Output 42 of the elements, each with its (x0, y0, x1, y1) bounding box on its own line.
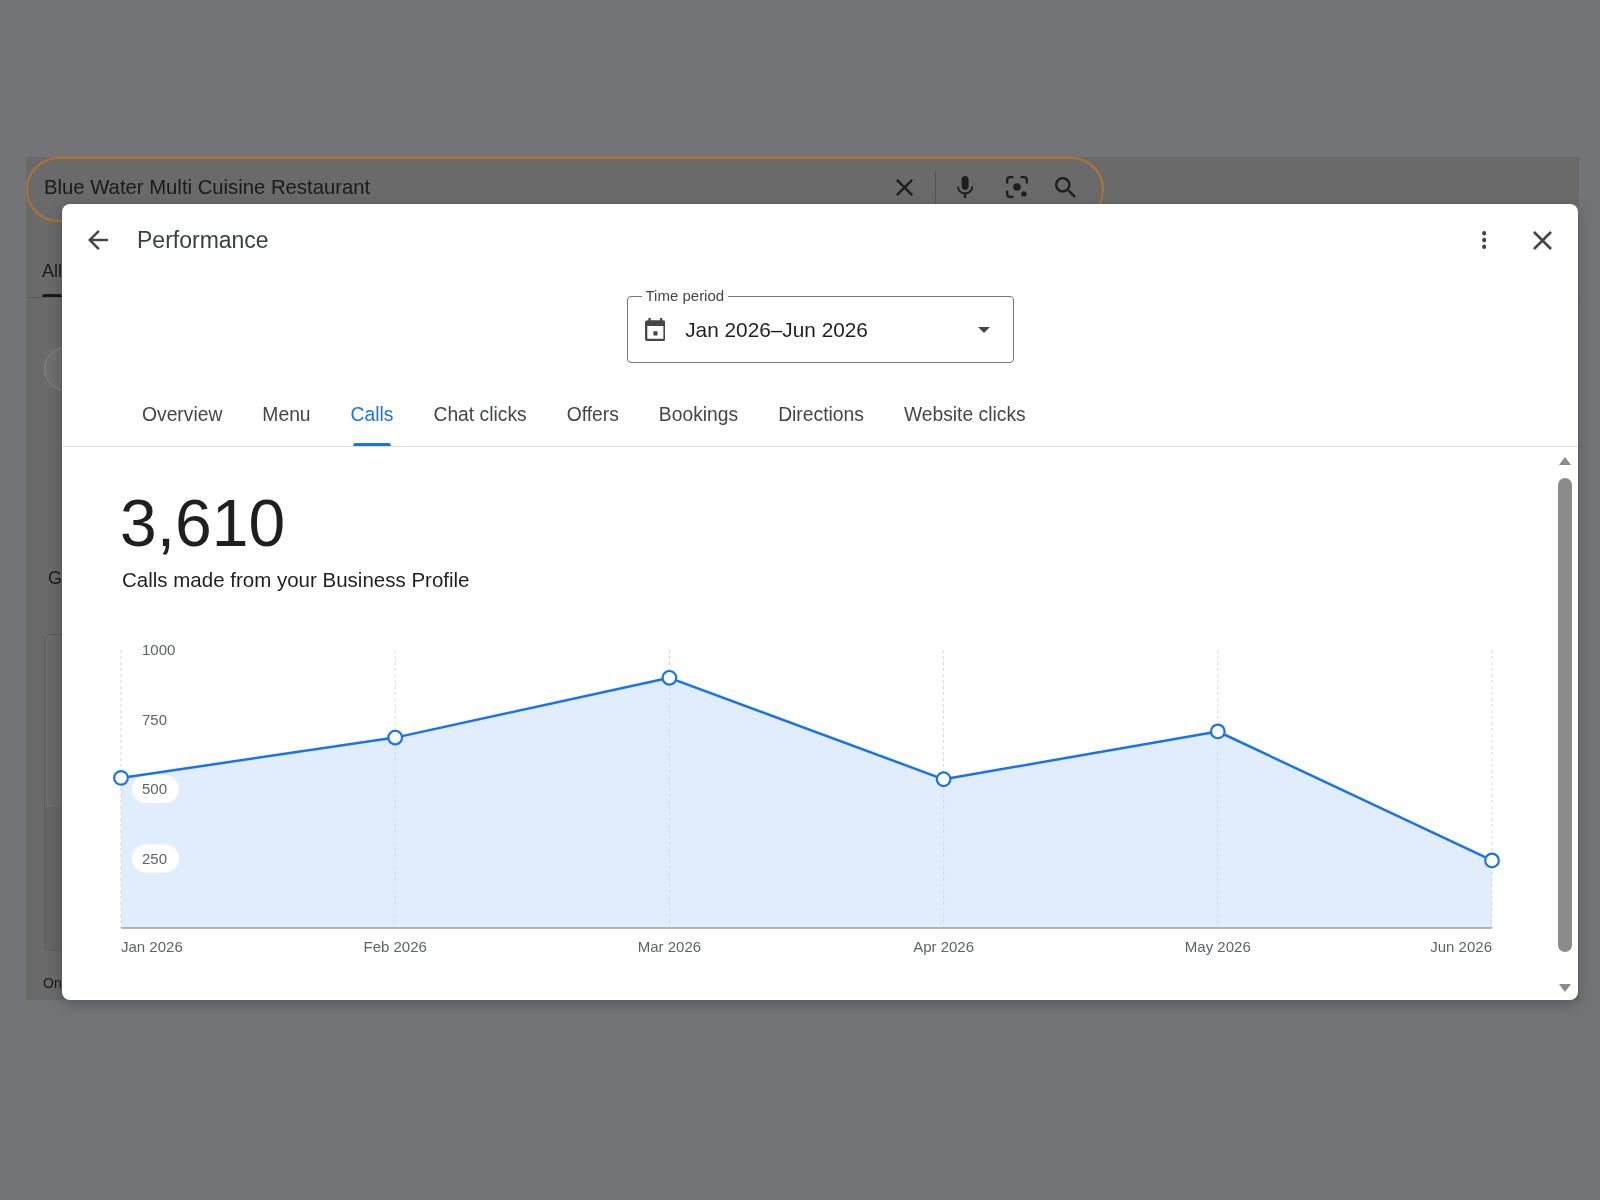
tab[interactable]: Menu (262, 394, 311, 446)
tab[interactable]: Directions (778, 394, 864, 446)
clear-icon[interactable] (896, 178, 914, 196)
x-axis-label: Jan 2026 (121, 938, 183, 956)
search-icon[interactable] (1055, 176, 1076, 198)
more-options-icon[interactable] (1481, 231, 1486, 249)
data-point (387, 729, 404, 746)
y-axis-label: 750 (142, 710, 168, 728)
scrollbar-thumb[interactable] (1558, 478, 1572, 952)
microphone-icon[interactable] (957, 176, 974, 198)
camera-icon[interactable] (1005, 176, 1028, 198)
y-axis-label: 500 (142, 780, 168, 798)
y-axis-label: 1000 (142, 641, 176, 659)
caret-icon (977, 326, 990, 333)
metric-caption: Calls made from your Business Profile (122, 568, 470, 592)
down-triangle-icon[interactable] (1559, 984, 1571, 992)
y-axis-label: 250 (142, 849, 168, 867)
data-point (935, 771, 952, 788)
metric-value: 3,610 (120, 485, 286, 562)
x-axis-label: Jun 2026 (1430, 938, 1492, 956)
tab[interactable]: Website clicks (903, 394, 1026, 446)
back-arrow-icon[interactable] (88, 230, 108, 250)
data-point (1209, 723, 1226, 740)
data-point (1484, 852, 1500, 869)
x-axis-label: Feb 2026 (363, 938, 427, 956)
tab[interactable]: Offers (566, 394, 619, 446)
tab[interactable]: Chat clicks (433, 394, 527, 446)
text-fragment: G (48, 567, 62, 589)
text-fragment: On (43, 974, 62, 993)
x-axis-label: Mar 2026 (637, 938, 702, 956)
calendar-icon (644, 318, 666, 341)
dialog-title: Performance (137, 226, 269, 254)
field-label: Time period (641, 287, 729, 305)
x-axis-label: Apr 2026 (913, 938, 975, 956)
x-axis-label: May 2026 (1184, 938, 1251, 956)
tab[interactable]: Calls (350, 394, 394, 446)
data-point (113, 770, 129, 786)
tab[interactable]: Overview (142, 394, 223, 446)
up-triangle-icon[interactable] (1559, 457, 1571, 465)
tab[interactable]: Bookings (658, 394, 739, 446)
close-icon[interactable] (1533, 230, 1552, 250)
data-point (661, 669, 678, 686)
